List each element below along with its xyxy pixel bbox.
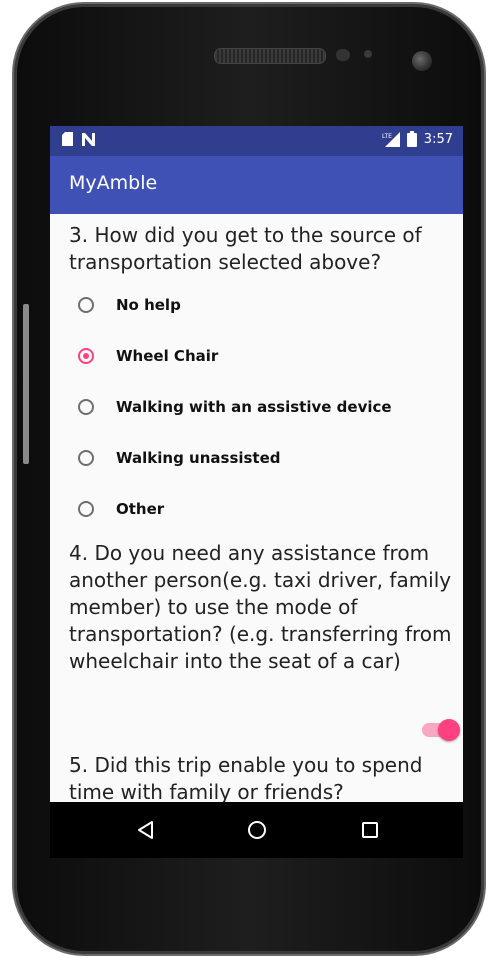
- radio-button[interactable]: [78, 399, 94, 415]
- svg-text:LTE: LTE: [382, 133, 392, 140]
- option-other[interactable]: Other: [78, 496, 164, 522]
- option-label: Wheel Chair: [116, 347, 219, 365]
- recents-button[interactable]: [355, 816, 385, 844]
- option-walking-unassisted[interactable]: Walking unassisted: [78, 445, 281, 471]
- radio-button[interactable]: [78, 450, 94, 466]
- recents-icon: [362, 822, 378, 838]
- assistance-toggle[interactable]: [422, 719, 460, 741]
- sd-card-icon: [62, 132, 73, 146]
- front-camera-icon: [412, 51, 432, 71]
- proximity-sensor: [336, 49, 350, 61]
- side-button: [23, 304, 29, 464]
- radio-button-checked[interactable]: [78, 348, 94, 364]
- n-notification-icon: [82, 132, 95, 146]
- app-bar: MyAmble: [50, 156, 463, 214]
- home-button[interactable]: [242, 816, 272, 844]
- question-4-text: 4. Do you need any assistance from anoth…: [69, 541, 452, 673]
- status-time: 3:57: [423, 131, 453, 147]
- radio-button[interactable]: [78, 501, 94, 517]
- home-icon: [248, 821, 266, 839]
- back-icon: [138, 821, 153, 839]
- question-5-text: 5. Did this trip enable you to spend tim…: [69, 753, 423, 802]
- battery-icon: [406, 131, 417, 147]
- radio-button[interactable]: [78, 297, 94, 313]
- lte-signal-icon: LTE: [382, 131, 400, 147]
- navigation-bar: [50, 802, 463, 858]
- back-button[interactable]: [130, 816, 160, 844]
- device-frame: LTE 3:57 MyAmble 3. How did you get to t…: [0, 0, 492, 962]
- option-label: No help: [116, 296, 181, 314]
- speaker-grille: [214, 48, 326, 64]
- question-3-text: 3. How did you get to the source of tran…: [69, 223, 422, 274]
- option-label: Walking with an assistive device: [116, 398, 392, 416]
- option-no-help[interactable]: No help: [78, 292, 181, 318]
- status-bar: LTE 3:57: [50, 126, 463, 156]
- option-walking-assistive[interactable]: Walking with an assistive device: [78, 394, 392, 420]
- screen: LTE 3:57 MyAmble 3. How did you get to t…: [50, 126, 463, 858]
- option-label: Other: [116, 500, 165, 518]
- app-title: MyAmble: [69, 172, 158, 194]
- light-sensor: [364, 50, 372, 58]
- survey-content[interactable]: 3. How did you get to the source of tran…: [50, 214, 463, 802]
- option-label: Walking unassisted: [116, 449, 281, 467]
- toggle-thumb: [438, 719, 460, 741]
- option-wheel-chair[interactable]: Wheel Chair: [78, 343, 218, 369]
